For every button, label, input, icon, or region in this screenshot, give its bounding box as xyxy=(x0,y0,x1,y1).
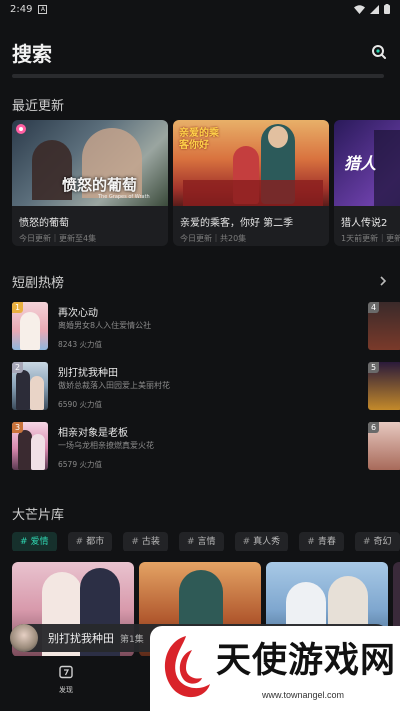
genre-chip[interactable]: # 都市 xyxy=(67,532,113,551)
poster-subtitle: The Grapes of Wrath xyxy=(98,194,150,200)
hot-item-title: 相亲对象是老板 xyxy=(58,428,128,439)
page-header: 搜索 xyxy=(12,36,388,68)
mini-player-episode: 第1集 xyxy=(120,634,144,645)
hot-rank-badge: 2 xyxy=(12,362,23,373)
nav-item-discover[interactable]: 发现 xyxy=(46,664,86,695)
mango-logo-icon xyxy=(16,124,26,134)
poster-title: 愤怒的葡萄 xyxy=(62,176,138,194)
status-time: 2:49 xyxy=(10,3,33,15)
watermark-text: 天使游戏网 xyxy=(216,641,397,681)
hot-item-subtitle: 一场乌龙相亲撩燃真爱火花 xyxy=(58,441,154,450)
hot-item-heat: 6590 火力值 xyxy=(58,400,102,409)
hot-thumbnail: 2 xyxy=(12,362,48,410)
discover-icon xyxy=(59,665,73,679)
search-divider xyxy=(12,74,384,78)
poster-title: 亲爱的乘客你好 xyxy=(179,128,219,151)
hot-rank-badge: 4 xyxy=(368,302,379,313)
hot-item-heat: 8243 火力值 xyxy=(58,340,102,349)
genre-chip[interactable]: # 奇幻 xyxy=(354,532,400,551)
hot-rank-badge: 5 xyxy=(368,362,379,373)
battery-icon xyxy=(384,4,390,14)
recent-section-title: 最近更新 xyxy=(12,99,65,114)
recent-list: 愤怒的葡萄 The Grapes of Wrath 愤怒的葡萄 今日更新｜更新至… xyxy=(12,120,400,248)
hot-list-item-peek[interactable]: 4 xyxy=(368,302,400,350)
recent-card-title: 亲爱的乘客，你好 第二季 xyxy=(180,218,294,229)
library-section-title: 大芒片库 xyxy=(12,508,65,523)
hot-item-title: 别打扰我种田 xyxy=(58,368,118,379)
hot-list-item[interactable]: 3 相亲对象是老板 一场乌龙相亲撩燃真爱火花 6579 火力值 xyxy=(12,422,352,472)
hot-rank-badge: 6 xyxy=(368,422,379,433)
hot-list-item-peek[interactable]: 5 xyxy=(368,362,400,410)
hot-rank-badge: 3 xyxy=(12,422,23,433)
recent-card[interactable]: 亲爱的乘客你好 亲爱的乘客，你好 第二季 今日更新｜共20集 xyxy=(173,120,329,246)
mini-player-cover xyxy=(10,624,38,652)
watermark-emblem-icon xyxy=(164,636,210,698)
nav-item-label: 发现 xyxy=(59,686,73,694)
genre-chip[interactable]: # 古装 xyxy=(123,532,168,551)
recent-card[interactable]: 猎人 猎人传说2 1天前更新｜更新至 xyxy=(334,120,400,246)
recent-card-title: 愤怒的葡萄 xyxy=(19,218,69,229)
search-icon[interactable] xyxy=(370,43,388,61)
signal-icon xyxy=(370,4,379,14)
recent-card[interactable]: 愤怒的葡萄 The Grapes of Wrath 愤怒的葡萄 今日更新｜更新至… xyxy=(12,120,168,246)
hot-item-heat: 6579 火力值 xyxy=(58,460,102,469)
poster-title: 猎人 xyxy=(344,154,377,173)
hot-list-item[interactable]: 1 再次心动 离婚男女8人入住爱情公社 8243 火力值 xyxy=(12,302,352,352)
recent-card-meta: 今日更新｜更新至4集 xyxy=(19,234,97,243)
genre-chip[interactable]: # 真人秀 xyxy=(234,532,289,551)
hot-thumbnail: 1 xyxy=(12,302,48,350)
hot-section-title: 短剧热榜 xyxy=(12,276,65,291)
poster-image: 亲爱的乘客你好 xyxy=(173,120,329,206)
hot-item-subtitle: 傲娇总裁落入田园爱上美丽村花 xyxy=(58,381,170,390)
poster-image: 愤怒的葡萄 The Grapes of Wrath xyxy=(12,120,168,206)
genre-chip[interactable]: # 爱情 xyxy=(12,532,57,551)
hot-thumbnail: 3 xyxy=(12,422,48,470)
watermark-url: www.townangel.com xyxy=(262,690,345,700)
mini-player-title: 别打扰我种田 xyxy=(48,632,114,645)
notification-icon: A xyxy=(38,4,48,14)
hot-item-subtitle: 离婚男女8人入住爱情公社 xyxy=(58,321,152,330)
poster-image: 猎人 xyxy=(334,120,400,206)
hot-list-item[interactable]: 2 别打扰我种田 傲娇总裁落入田园爱上美丽村花 6590 火力值 xyxy=(12,362,352,412)
genre-chip[interactable]: # 青春 xyxy=(299,532,344,551)
watermark-logo: 天使游戏网 www.townangel.com xyxy=(150,626,400,711)
hot-rank-badge: 1 xyxy=(12,302,23,313)
hot-item-title: 再次心动 xyxy=(58,308,98,319)
page-title: 搜索 xyxy=(12,41,52,66)
recent-card-meta: 今日更新｜共20集 xyxy=(180,234,247,243)
recent-card-meta: 1天前更新｜更新至 xyxy=(341,234,400,243)
status-bar: 2:49 A xyxy=(0,0,400,18)
hot-list-item-peek[interactable]: 6 xyxy=(368,422,400,470)
wifi-icon xyxy=(354,4,365,14)
chevron-right-icon[interactable] xyxy=(378,276,388,286)
genre-chip[interactable]: # 言情 xyxy=(178,532,224,551)
recent-card-title: 猎人传说2 xyxy=(341,218,388,229)
genre-chip-list: #爱情 #都市 #古装 #言情 #真人秀 #青春 #奇幻 #悬 xyxy=(12,529,400,551)
